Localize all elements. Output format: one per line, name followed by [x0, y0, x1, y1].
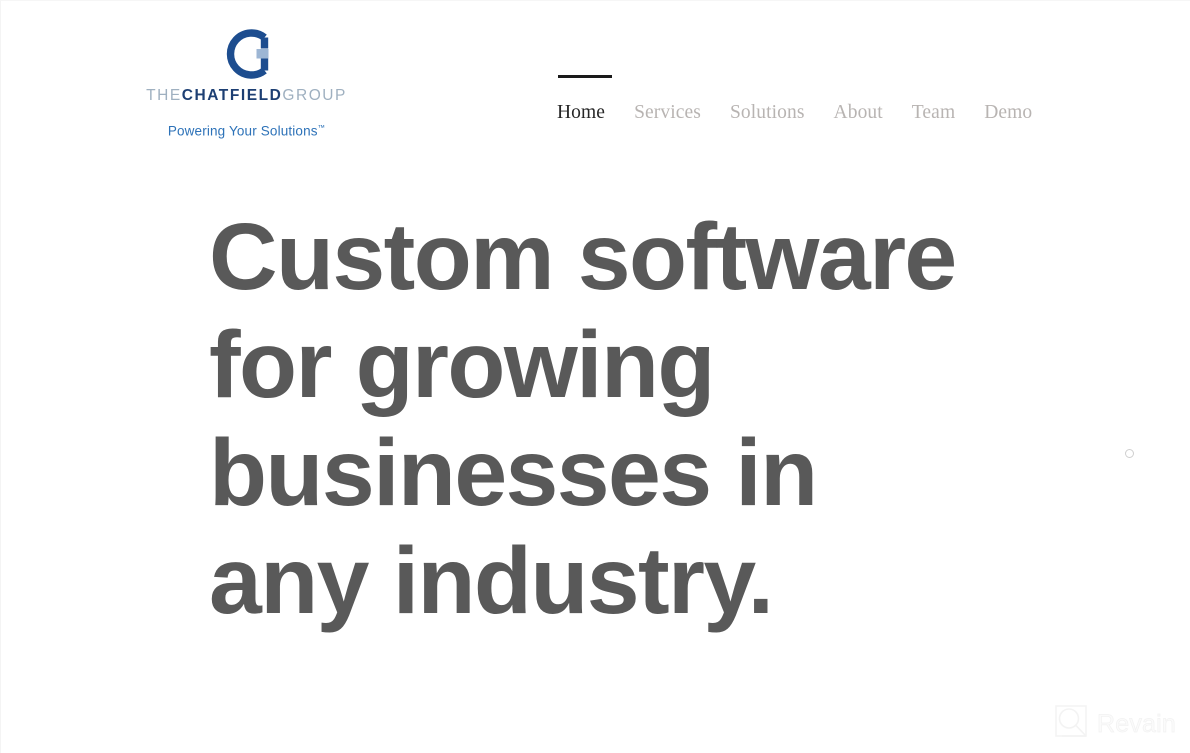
wordmark-chatfield: CHATFIELD — [181, 87, 283, 104]
hero-line-1: Custom software — [209, 204, 957, 310]
chatfield-c-g-mark-icon — [144, 27, 349, 81]
nav-link-demo[interactable]: Demo — [984, 71, 1032, 125]
hero-section: Custom software for growing businesses i… — [1, 171, 1190, 671]
wordmark-the: THE — [146, 87, 182, 104]
nav-link-about[interactable]: About — [834, 71, 883, 125]
brand-tagline: Powering Your Solutions™ — [144, 120, 349, 140]
brand-logo-link[interactable]: THECHATFIELDGROUP Powering Your Solution… — [144, 27, 349, 140]
nav-link-services[interactable]: Services — [634, 71, 701, 125]
nav-link-home[interactable]: Home — [557, 71, 605, 125]
nav-item-home[interactable]: Home — [557, 71, 612, 125]
brand-wordmark: THECHATFIELDGROUP — [144, 87, 349, 105]
nav-link-team[interactable]: Team — [912, 71, 955, 125]
nav-item-about[interactable]: About — [834, 71, 883, 125]
nav-item-team[interactable]: Team — [912, 71, 955, 125]
revain-watermark: Revain — [1054, 704, 1176, 743]
wordmark-group: GROUP — [282, 87, 347, 104]
nav-list: Home Services Solutions About Team Demo — [557, 71, 1032, 125]
main-navigation: Home Services Solutions About Team Demo — [557, 71, 1032, 131]
trademark-symbol: ™ — [317, 123, 326, 132]
page-root: THECHATFIELDGROUP Powering Your Solution… — [0, 0, 1190, 753]
hero-line-3: businesses in — [209, 420, 818, 526]
nav-item-solutions[interactable]: Solutions — [730, 71, 805, 125]
site-header: THECHATFIELDGROUP Powering Your Solution… — [1, 1, 1190, 171]
page-title: Custom software for growing businesses i… — [209, 203, 1039, 635]
nav-link-solutions[interactable]: Solutions — [730, 71, 805, 125]
nav-item-services[interactable]: Services — [634, 71, 701, 125]
hero-line-4: any industry. — [209, 528, 774, 634]
revain-watermark-label: Revain — [1097, 709, 1177, 738]
nav-item-demo[interactable]: Demo — [984, 71, 1032, 125]
hero-line-2: for growing — [209, 312, 715, 418]
brand-tagline-text: Powering Your Solutions — [167, 123, 318, 139]
nav-active-indicator — [558, 75, 612, 78]
revain-magnifier-icon — [1054, 704, 1088, 743]
circle-outline-icon[interactable] — [1125, 449, 1134, 458]
